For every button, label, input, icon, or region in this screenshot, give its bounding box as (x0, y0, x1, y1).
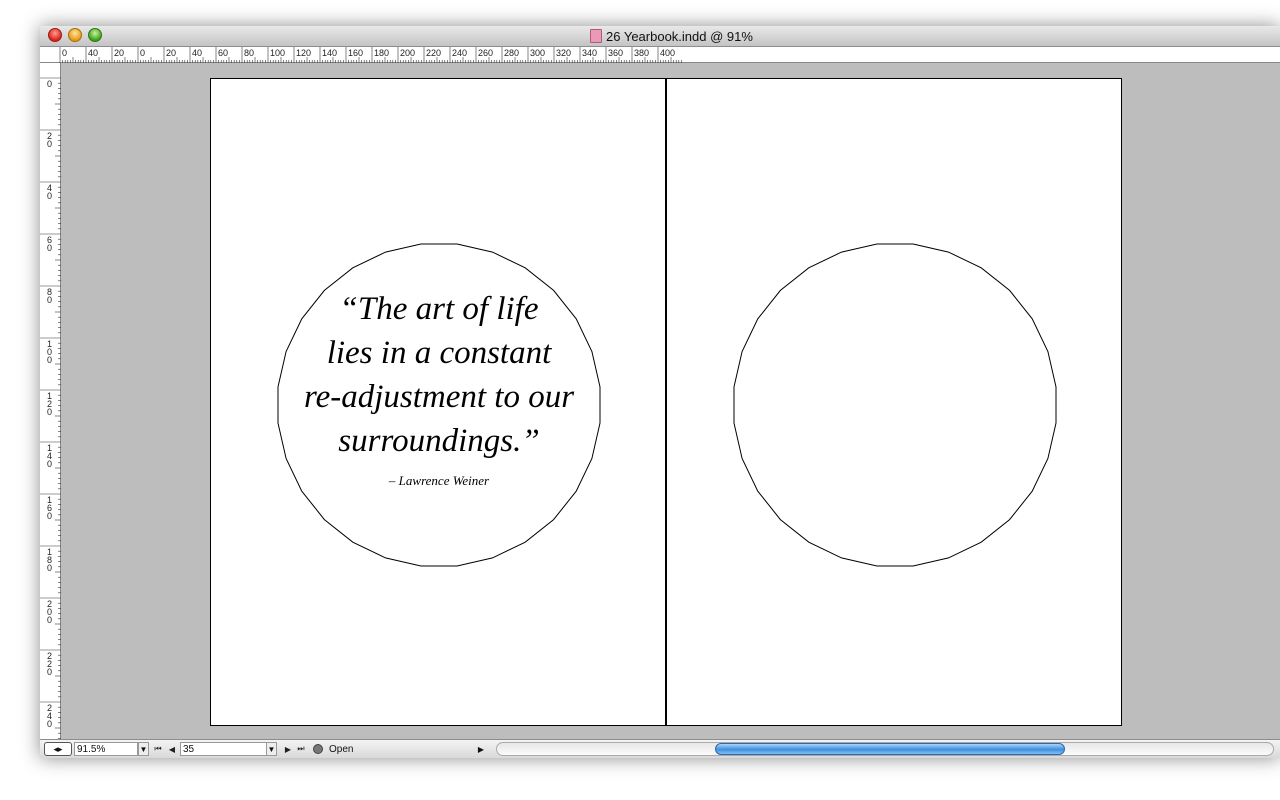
page-dropdown-icon[interactable]: ▼ (266, 742, 277, 756)
quote-attribution: – Lawrence Weiner (388, 473, 490, 488)
left-page[interactable]: “The art of life lies in a constant re-a… (210, 78, 666, 726)
ruler-label: 80 (244, 48, 254, 58)
quote-line: “The art of life (339, 291, 539, 327)
zoom-dropdown-icon[interactable]: ▼ (138, 742, 149, 756)
horizontal-ruler[interactable]: 0 40 20 0 20 40 60 80 100 120 140 160 180 200 220 240 26… (40, 47, 1280, 63)
ruler-label: 200 (400, 48, 415, 58)
ruler-label: 0 (47, 667, 52, 677)
last-page-icon[interactable]: ⏭ (295, 742, 307, 756)
right-circle-frame[interactable] (733, 243, 1057, 567)
ruler-label: 0 (47, 79, 52, 89)
right-circle-frame-wrap (733, 243, 1057, 567)
ruler-label: 0 (47, 615, 52, 625)
status-menu-arrow-icon[interactable]: ▶ (476, 742, 486, 756)
ruler-label: 360 (608, 48, 623, 58)
document-status-text: Open (329, 743, 354, 755)
ruler-label: 0 (47, 243, 52, 253)
ruler-label: 320 (556, 48, 571, 58)
ruler-label: 0 (47, 355, 52, 365)
next-page-icon[interactable]: ▶ (282, 742, 294, 756)
ruler-label: 340 (582, 48, 597, 58)
window-title-text: 26 Yearbook.indd @ 91% (606, 28, 753, 44)
horizontal-scroll-thumb[interactable] (715, 743, 1065, 755)
first-page-icon[interactable]: ⏮ (152, 742, 164, 756)
indesign-document-icon (590, 29, 602, 43)
ruler-label: 400 (660, 48, 675, 58)
page-number-field[interactable]: 35 (180, 742, 268, 756)
horizontal-scrollbar[interactable] (496, 742, 1274, 756)
ruler-label: 180 (374, 48, 389, 58)
ruler-label: 20 (114, 48, 124, 58)
minimize-button-icon[interactable] (68, 28, 82, 42)
ruler-label: 300 (530, 48, 545, 58)
ruler-label: 40 (192, 48, 202, 58)
ruler-label: 40 (88, 48, 98, 58)
ruler-label: 0 (47, 407, 52, 417)
horizontal-ruler-ticks: 0 40 20 0 20 40 60 80 100 120 140 160 180 200 220 240 26… (59, 47, 682, 63)
zoom-button-icon[interactable] (88, 28, 102, 42)
ruler-label: 0 (47, 563, 52, 573)
quote-line: surroundings.” (338, 423, 540, 459)
ruler-label: 160 (348, 48, 363, 58)
ruler-label: 0 (47, 459, 52, 469)
quote-line: lies in a constant (326, 335, 552, 371)
ruler-label: 60 (218, 48, 228, 58)
pasteboard[interactable]: “The art of life lies in a constant re-a… (61, 63, 1280, 739)
document-window: 26 Yearbook.indd @ 91% 0 40 20 0 20 40 60 80 100… (40, 26, 1280, 758)
ruler-label: 0 (47, 511, 52, 521)
window-title: 26 Yearbook.indd @ 91% (590, 28, 753, 44)
status-bar: ◂▸ 91.5% ▼ ⏮ ◀ 35 ▼ ▶ ⏭ Open ▶ (40, 739, 1280, 758)
close-button-icon[interactable] (48, 28, 62, 42)
ruler-label: 280 (504, 48, 519, 58)
ruler-label: 380 (634, 48, 649, 58)
ruler-label: 0 (47, 295, 52, 305)
right-page[interactable] (666, 78, 1122, 726)
ruler-label: 140 (322, 48, 337, 58)
vertical-ruler-ticks: 020406080100120140160180200220240 (40, 77, 61, 739)
preflight-status-icon[interactable] (312, 742, 324, 756)
ruler-label: 260 (478, 48, 493, 58)
vertical-ruler[interactable]: 020406080100120140160180200220240 (40, 63, 61, 739)
ruler-label: 0 (62, 48, 67, 58)
preview-mode-toggle[interactable]: ◂▸ (44, 742, 72, 756)
ruler-label: 0 (47, 139, 52, 149)
ruler-label: 100 (270, 48, 285, 58)
ruler-label: 20 (166, 48, 176, 58)
zoom-level-field[interactable]: 91.5% (74, 742, 138, 756)
ruler-label: 120 (296, 48, 311, 58)
ruler-label: 0 (47, 719, 52, 729)
ruler-label: 220 (426, 48, 441, 58)
quote-line: re-adjustment to our (303, 379, 575, 415)
ruler-label: 240 (452, 48, 467, 58)
ruler-label: 0 (47, 191, 52, 201)
ruler-label: 0 (140, 48, 145, 58)
title-bar[interactable]: 26 Yearbook.indd @ 91% (40, 26, 1280, 47)
previous-page-icon[interactable]: ◀ (166, 742, 178, 756)
quote-text-frame[interactable]: “The art of life lies in a constant re-a… (277, 287, 601, 463)
